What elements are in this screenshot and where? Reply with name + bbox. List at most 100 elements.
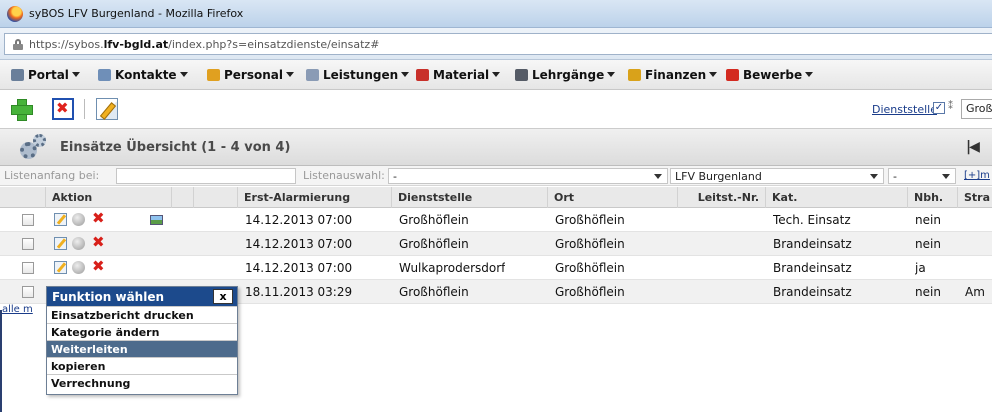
- cell-ort: Großhöflein: [555, 237, 625, 251]
- status-dot-icon[interactable]: [72, 237, 85, 250]
- cell-nbh: nein: [915, 237, 941, 251]
- close-button[interactable]: x: [213, 289, 233, 304]
- cell-dienststelle: Großhöflein: [399, 285, 469, 299]
- select-all-link[interactable]: alle m: [2, 304, 33, 315]
- row-checkbox[interactable]: [22, 214, 34, 226]
- column-kat[interactable]: Kat.: [766, 187, 908, 208]
- delete-icon[interactable]: ✖: [92, 257, 105, 275]
- cell-kat: Brandeinsatz: [773, 285, 852, 299]
- image-icon[interactable]: [150, 215, 163, 225]
- row-checkbox[interactable]: [22, 238, 34, 250]
- column-select: [14, 187, 46, 208]
- money-icon: [628, 69, 641, 81]
- menu-lehrgaenge[interactable]: Lehrgänge: [515, 68, 616, 82]
- column-extra: [194, 187, 238, 208]
- cell-ort: Großhöflein: [555, 261, 625, 275]
- menu-portal[interactable]: Portal: [11, 68, 80, 82]
- cell-nbh: nein: [915, 285, 941, 299]
- edit-icon[interactable]: [54, 261, 67, 274]
- address-bar[interactable]: https://sybos.lfv-bgld.at/index.php?s=ei…: [4, 33, 992, 55]
- lock-icon: [13, 39, 23, 50]
- cell-dienststelle: Großhöflein: [399, 237, 469, 251]
- dienststelle-link[interactable]: Dienststelle: [872, 103, 937, 116]
- cell-erst-alarmierung: 14.12.2013 07:00: [245, 261, 353, 275]
- column-nbh[interactable]: Nbh.: [908, 187, 958, 208]
- chevron-down-icon: [654, 174, 662, 179]
- first-page-icon[interactable]: |◀: [966, 139, 980, 155]
- column-dienststelle[interactable]: Dienststelle: [392, 187, 548, 208]
- cell-strasse: Am: [965, 285, 985, 299]
- edit-icon[interactable]: [96, 98, 118, 120]
- dienststelle-input[interactable]: Groß: [961, 99, 992, 119]
- chevron-down-icon: [607, 72, 616, 77]
- person-icon: [207, 69, 220, 81]
- delete-icon[interactable]: ✖: [92, 209, 105, 227]
- secondary-select[interactable]: -: [888, 168, 956, 184]
- toolbar-divider: [84, 99, 85, 119]
- row-checkbox[interactable]: [22, 262, 34, 274]
- column-leitst-nr[interactable]: Leitst.-Nr.: [678, 187, 766, 208]
- cell-ort: Großhöflein: [555, 213, 625, 227]
- menu-finanzen[interactable]: Finanzen: [628, 68, 718, 82]
- popup-item-einsatzbericht-drucken[interactable]: Einsatzbericht drucken: [47, 306, 237, 323]
- dienststelle-checkbox[interactable]: ✓: [933, 102, 945, 114]
- row-checkbox[interactable]: [22, 286, 34, 298]
- table-header: Aktion Erst-Alarmierung Dienststelle Ort…: [0, 187, 992, 208]
- column-strasse[interactable]: Stra: [958, 187, 992, 208]
- fire-truck-icon: [416, 69, 429, 81]
- popup-item-verrechnung[interactable]: Verrechnung: [47, 374, 237, 391]
- delete-icon[interactable]: ✖: [92, 233, 105, 251]
- cell-kat: Brandeinsatz: [773, 261, 852, 275]
- listenauswahl-select[interactable]: -: [388, 168, 668, 184]
- filter-row: Listenanfang bei: Listenauswahl: - LFV B…: [0, 166, 992, 186]
- status-dot-icon[interactable]: [72, 261, 85, 274]
- chevron-down-icon: [71, 72, 80, 77]
- page-header: Einsätze Übersicht (1 - 4 von 4) |◀: [0, 128, 992, 166]
- table-row[interactable]: ✖ 14.12.2013 07:00 Großhöflein Großhöfle…: [0, 232, 992, 256]
- menu-personal[interactable]: Personal: [207, 68, 294, 82]
- table-row[interactable]: ✖ 14.12.2013 07:00 Wulkaprodersdorf Groß…: [0, 256, 992, 280]
- contacts-icon: [98, 69, 111, 81]
- chevron-down-icon: [179, 72, 188, 77]
- firefox-icon: [7, 6, 23, 22]
- more-filters-link[interactable]: [+]m: [964, 170, 990, 181]
- column-aktion[interactable]: Aktion: [46, 187, 172, 208]
- chevron-down-icon: [492, 72, 501, 77]
- organisation-select[interactable]: LFV Burgenland: [670, 168, 884, 184]
- chevron-down-icon: [942, 174, 950, 179]
- menu-material[interactable]: Material: [416, 68, 501, 82]
- listenanfang-label: Listenanfang bei:: [4, 169, 100, 182]
- add-icon[interactable]: [10, 98, 33, 121]
- cell-nbh: nein: [915, 213, 941, 227]
- cell-ort: Großhöflein: [555, 285, 625, 299]
- cell-erst-alarmierung: 18.11.2013 03:29: [245, 285, 353, 299]
- popup-item-kategorie-aendern[interactable]: Kategorie ändern: [47, 323, 237, 340]
- menu-leistungen[interactable]: Leistungen: [306, 68, 410, 82]
- delete-icon[interactable]: [52, 98, 74, 120]
- function-popup: Funktion wählen x Einsatzbericht drucken…: [46, 286, 238, 395]
- cell-erst-alarmierung: 14.12.2013 07:00: [245, 237, 353, 251]
- column-erst-alarmierung[interactable]: Erst-Alarmierung: [238, 187, 392, 208]
- status-dot-icon[interactable]: [72, 213, 85, 226]
- menu-bewerbe[interactable]: Bewerbe: [726, 68, 814, 82]
- trophy-icon: [726, 69, 739, 81]
- column-ort[interactable]: Ort: [548, 187, 678, 208]
- url-text: https://sybos.lfv-bgld.at/index.php?s=ei…: [29, 38, 380, 51]
- cell-erst-alarmierung: 14.12.2013 07:00: [245, 213, 353, 227]
- cell-kat: Brandeinsatz: [773, 237, 852, 251]
- chevron-down-icon: [805, 72, 814, 77]
- popup-item-kopieren[interactable]: kopieren: [47, 357, 237, 374]
- page-title: Einsätze Übersicht (1 - 4 von 4): [60, 140, 291, 155]
- listenanfang-input[interactable]: [116, 168, 296, 184]
- popup-item-weiterleiten[interactable]: Weiterleiten: [47, 340, 237, 357]
- chevron-down-icon: [870, 174, 878, 179]
- edit-icon[interactable]: [54, 237, 67, 250]
- chevron-down-icon: [709, 72, 718, 77]
- table-row[interactable]: ✖ 14.12.2013 07:00 Großhöflein Großhöfle…: [0, 208, 992, 232]
- cell-kat: Tech. Einsatz: [773, 213, 851, 227]
- menu-kontakte[interactable]: Kontakte: [98, 68, 188, 82]
- edit-icon[interactable]: [54, 213, 67, 226]
- window-edge: [0, 310, 2, 412]
- column-extra: [172, 187, 194, 208]
- services-icon: [306, 69, 319, 81]
